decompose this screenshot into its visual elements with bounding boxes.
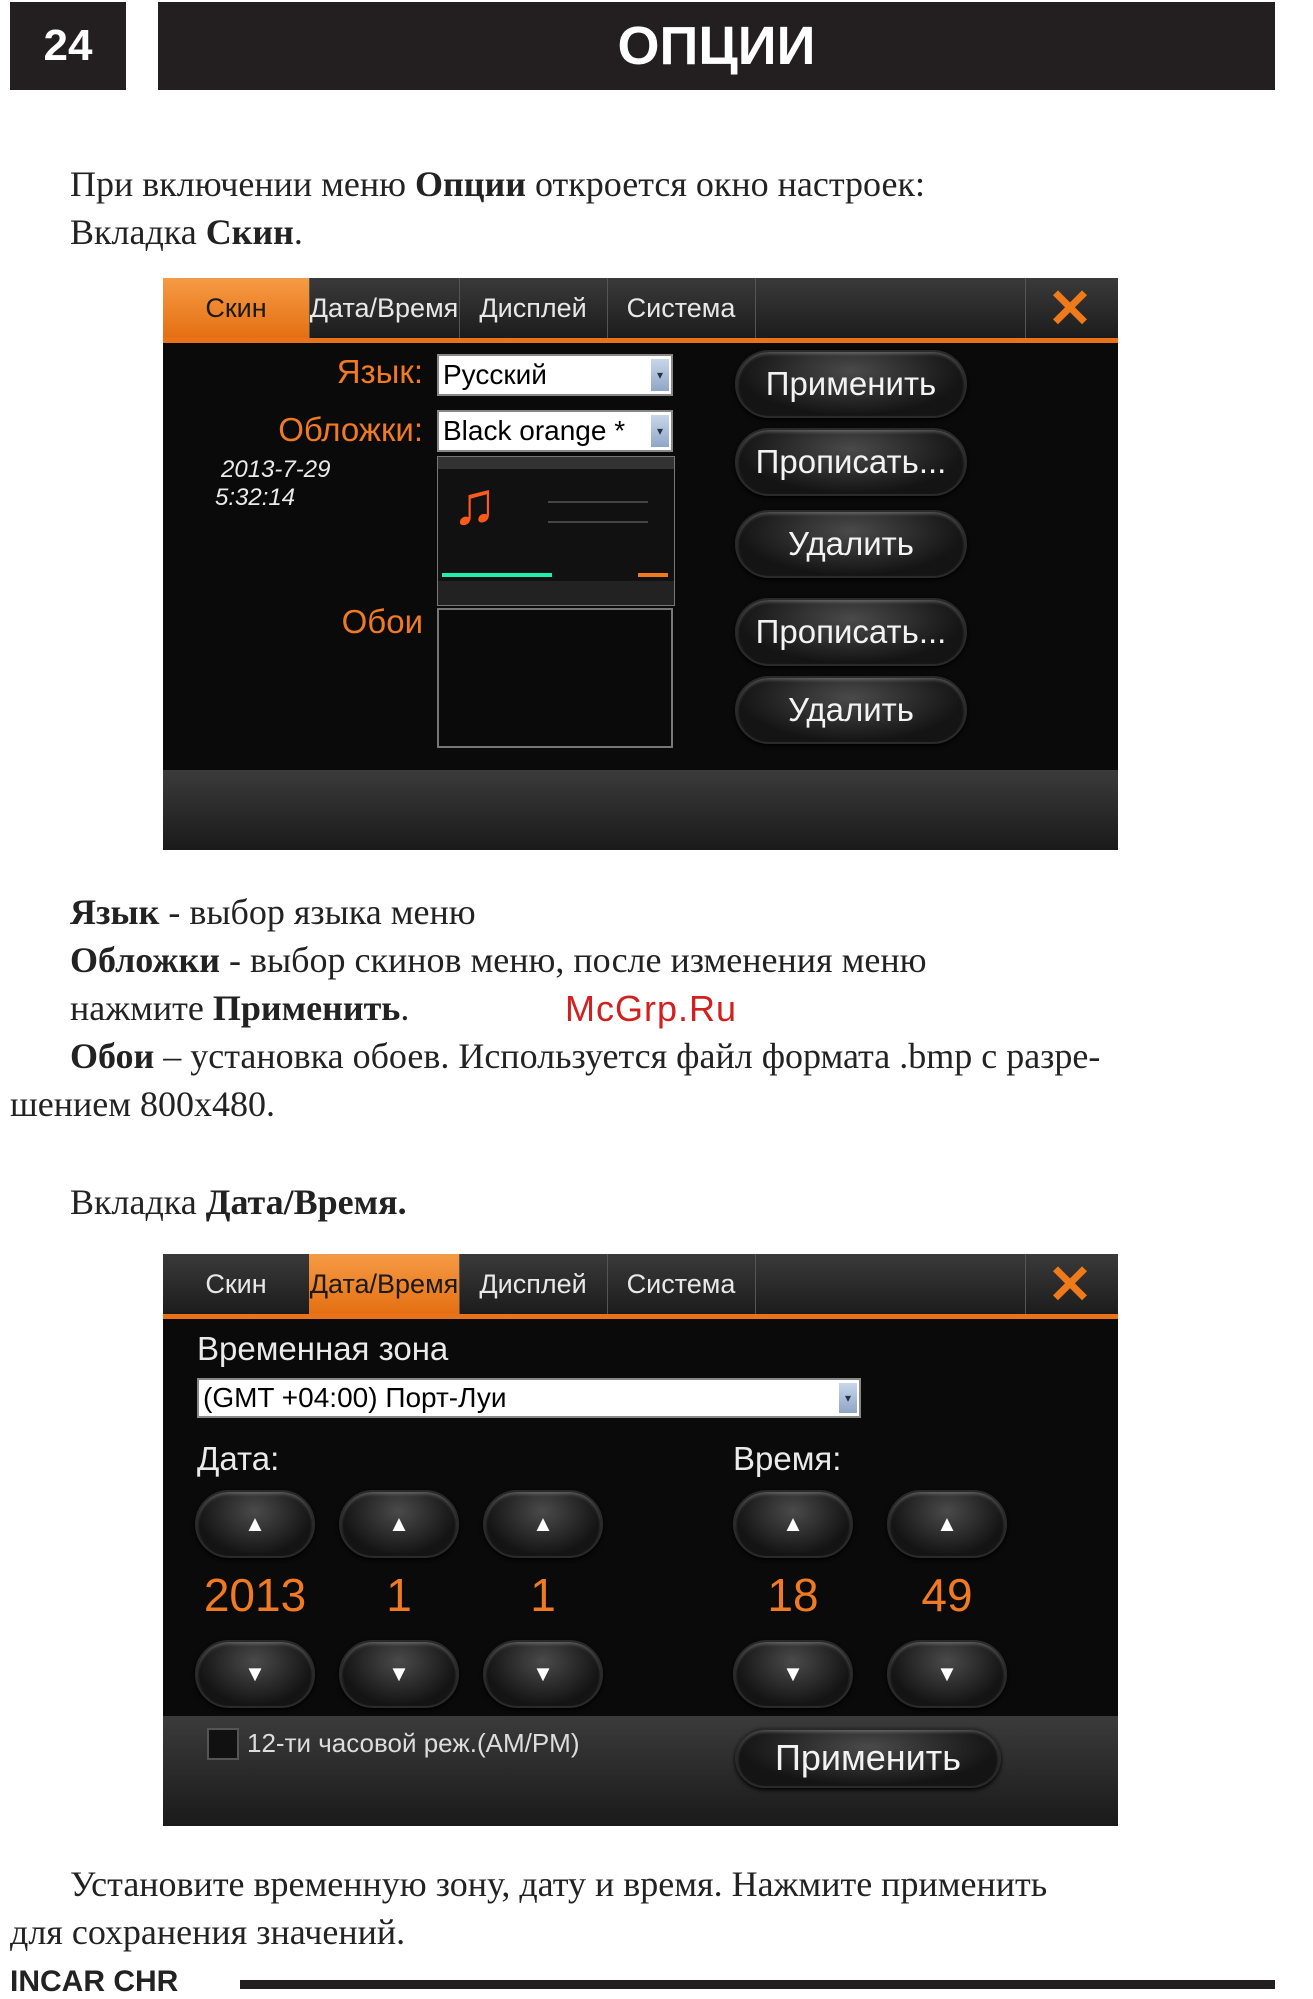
- desc-text: нажмите: [70, 988, 213, 1028]
- intro-text: Вкладка: [70, 1182, 206, 1222]
- tab-bar: Скин Дата/Время Дисплей Система ✕: [163, 278, 1118, 343]
- language-select[interactable]: Русский ▾: [437, 354, 673, 396]
- year-value: 2013: [203, 1569, 307, 1621]
- term: Применить: [212, 988, 401, 1028]
- bottom-bar: [163, 770, 1118, 850]
- page-number: 24: [10, 2, 126, 90]
- chevron-down-icon: ▾: [839, 1383, 857, 1413]
- clock-time: 5:32:14: [215, 484, 296, 511]
- intro-text: откроется окно настроек:: [526, 164, 925, 204]
- year-up-button[interactable]: ▲: [195, 1490, 315, 1558]
- desc-language: Язык - выбор языка меню: [70, 888, 476, 936]
- footer-rule: [240, 1980, 1275, 1989]
- month-value: 1: [386, 1569, 412, 1621]
- preview-volume: [638, 573, 668, 577]
- chevron-down-icon: ▾: [651, 359, 669, 391]
- outro-line-1: Установите временную зону, дату и время.…: [70, 1864, 1048, 1904]
- preview-line: [548, 521, 648, 523]
- term: Обложки: [70, 940, 220, 980]
- wallpaper-preview: [437, 608, 673, 748]
- skins-value: Black orange *: [443, 415, 626, 446]
- desc-wallpaper: Обои – установка обоев. Используется фай…: [70, 1032, 1100, 1080]
- minute-down-button[interactable]: ▼: [887, 1640, 1007, 1708]
- register-skin-button[interactable]: Прописать...: [735, 428, 967, 496]
- desc-text: - выбор языка меню: [159, 892, 476, 932]
- music-note-icon: ♫: [452, 470, 497, 537]
- date-label: Дата:: [197, 1440, 280, 1477]
- timezone-label: Временная зона: [197, 1330, 449, 1367]
- intro-text: При включении меню: [70, 164, 416, 204]
- intro-text: Вкладка: [70, 212, 206, 252]
- day-down-button[interactable]: ▼: [483, 1640, 603, 1708]
- intro-term: Опции: [415, 164, 527, 204]
- time-label: Время:: [733, 1440, 842, 1477]
- preview-progress: [442, 573, 552, 577]
- day-up-button[interactable]: ▲: [483, 1490, 603, 1558]
- tab-display[interactable]: Дисплей: [459, 278, 608, 338]
- tab-datetime[interactable]: Дата/Время: [309, 1254, 460, 1314]
- skin-preview: ♫: [437, 456, 675, 606]
- desc-wallpaper-2: шением 800x480.: [10, 1084, 275, 1124]
- chevron-down-icon: ▾: [651, 415, 669, 447]
- wallpaper-label: Обои: [341, 603, 423, 640]
- language-label: Язык:: [336, 353, 423, 390]
- minute-value: 49: [921, 1569, 973, 1621]
- month-down-button[interactable]: ▼: [339, 1640, 459, 1708]
- apply-button[interactable]: Применить: [735, 1728, 1001, 1788]
- desc-text: - выбор скинов меню, после изменения мен…: [220, 940, 927, 980]
- delete-skin-button[interactable]: Удалить: [735, 510, 967, 578]
- tab-system[interactable]: Система: [607, 278, 756, 338]
- tab-skin[interactable]: Скин: [163, 1254, 310, 1314]
- desc-skins: Обложки - выбор скинов меню, после измен…: [70, 936, 926, 984]
- tab-bar: Скин Дата/Время Дисплей Система ✕: [163, 1254, 1118, 1319]
- close-icon[interactable]: ✕: [1025, 1254, 1114, 1315]
- hour-value: 18: [767, 1569, 819, 1621]
- watermark: McGrp.Ru: [565, 988, 738, 1029]
- intro-term: Дата/Время.: [205, 1182, 407, 1222]
- skins-label: Обложки:: [278, 411, 423, 448]
- year-down-button[interactable]: ▼: [195, 1640, 315, 1708]
- language-value: Русский: [443, 359, 547, 390]
- preview-titlebar: [438, 457, 674, 469]
- intro-line-2: Вкладка Скин.: [70, 208, 303, 256]
- hour-down-button[interactable]: ▼: [733, 1640, 853, 1708]
- hour-up-button[interactable]: ▲: [733, 1490, 853, 1558]
- datetime-settings-screen: Скин Дата/Время Дисплей Система ✕ Времен…: [163, 1254, 1118, 1826]
- outro-line-2: для сохранения значений.: [10, 1912, 406, 1952]
- ampm-label: 12-ти часовой реж.(AM/PM): [247, 1728, 580, 1758]
- tab-skin[interactable]: Скин: [163, 278, 310, 338]
- intro-line-1: При включении меню Опции откроется окно …: [70, 160, 925, 208]
- timezone-value: (GMT +04:00) Порт-Луи: [203, 1382, 507, 1413]
- preview-controls: [438, 581, 674, 605]
- desc-text: – установка обоев. Используется файл фор…: [154, 1036, 1101, 1076]
- desc-text: .: [400, 988, 410, 1028]
- minute-up-button[interactable]: ▲: [887, 1490, 1007, 1558]
- day-value: 1: [530, 1569, 556, 1621]
- register-wallpaper-button[interactable]: Прописать...: [735, 598, 967, 666]
- skin-settings-screen: Скин Дата/Время Дисплей Система ✕ Язык: …: [163, 278, 1118, 850]
- preview-line: [548, 501, 648, 503]
- term: Язык: [70, 892, 160, 932]
- intro-text: .: [293, 212, 303, 252]
- tab-system[interactable]: Система: [607, 1254, 756, 1314]
- ampm-checkbox[interactable]: [207, 1728, 239, 1760]
- tab-display[interactable]: Дисплей: [459, 1254, 608, 1314]
- page-title: ОПЦИИ: [158, 2, 1275, 90]
- clock-date: 2013-7-29: [221, 456, 331, 483]
- desc-skins-2: нажмите Применить.: [70, 984, 409, 1032]
- footer-brand: INCAR CHR: [10, 1965, 179, 1998]
- delete-wallpaper-button[interactable]: Удалить: [735, 676, 967, 744]
- timezone-select[interactable]: (GMT +04:00) Порт-Луи ▾: [197, 1378, 861, 1418]
- skins-select[interactable]: Black orange * ▾: [437, 410, 673, 452]
- datetime-intro: Вкладка Дата/Время.: [70, 1178, 407, 1226]
- apply-button[interactable]: Применить: [735, 350, 967, 418]
- close-icon[interactable]: ✕: [1025, 278, 1114, 339]
- intro-term: Скин: [205, 212, 294, 252]
- month-up-button[interactable]: ▲: [339, 1490, 459, 1558]
- tab-datetime[interactable]: Дата/Время: [309, 278, 460, 338]
- term: Обои: [70, 1036, 155, 1076]
